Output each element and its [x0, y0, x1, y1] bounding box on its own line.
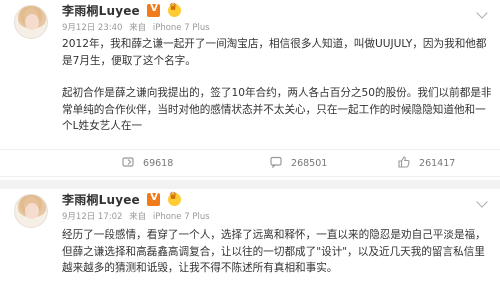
post-body: 2012年，我和薛之谦一起开了一间淘宝店，相信很多人知道，叫做UUJULY，因为… [62, 36, 492, 69]
post-body: 经历了一段感情，看穿了一个人，选择了远离和释怀，一直以来的隐忍是劝自己平淡是福，… [62, 227, 492, 277]
post-paragraph: 2012年，我和薛之谦一起开了一间淘宝店，相信很多人知道，叫做UUJULY，因为… [62, 38, 487, 67]
post-paragraph: 经历了一段感情，看穿了一个人，选择了远离和释怀，一直以来的隐忍是劝自己平淡是福，… [62, 229, 486, 274]
post-meta: 9月12日 23:40 来自 iPhone 7 Plus [62, 21, 214, 33]
vip-badge-icon [147, 192, 161, 206]
chevron-down-icon[interactable] [476, 196, 488, 208]
username[interactable]: 李雨桐Luyee [62, 2, 181, 19]
like-button[interactable]: 261417 [398, 156, 455, 172]
crown-badge-icon [167, 191, 181, 206]
post-source-prefix: 来自 [129, 212, 147, 222]
username-text[interactable]: 李雨桐Luyee [62, 4, 140, 18]
avatar-face [25, 203, 39, 219]
username-text[interactable]: 李雨桐Luyee [62, 193, 140, 207]
chevron-down-icon[interactable] [476, 7, 488, 19]
comment-button[interactable]: 268501 [270, 156, 327, 172]
post-body: 起初合作是薛之谦向我提出的，签了10年合约，两人各占百分之50的股份。我们以前都… [62, 85, 492, 135]
repost-count: 69618 [143, 158, 174, 169]
comment-count: 268501 [291, 158, 328, 169]
avatar-face [25, 14, 39, 30]
thumbs-up-icon [398, 156, 410, 168]
post-paragraph: 起初合作是薛之谦向我提出的，签了10年合约，两人各占百分之50的股份。我们以前都… [62, 87, 492, 132]
repost-button[interactable]: 69618 [122, 156, 173, 172]
post-actions: 69618 268501 261417 [0, 149, 500, 177]
post-meta: 9月12日 17:02 来自 iPhone 7 Plus [62, 210, 214, 222]
post-device: iPhone 7 Plus [152, 212, 210, 222]
avatar[interactable] [14, 194, 48, 228]
post-source-prefix: 来自 [129, 23, 147, 33]
username[interactable]: 李雨桐Luyee [62, 191, 181, 208]
crown-badge-icon [167, 2, 181, 17]
weibo-feed: 李雨桐Luyee 9月12日 23:40 来自 iPhone 7 Plus 20… [0, 0, 500, 293]
comment-icon [270, 156, 282, 168]
post-divider [0, 180, 500, 189]
post-time: 9月12日 23:40 [62, 23, 123, 33]
avatar[interactable] [14, 5, 48, 39]
post-time: 9月12日 17:02 [62, 212, 123, 222]
post-device: iPhone 7 Plus [152, 23, 210, 33]
vip-badge-icon [147, 3, 161, 17]
repost-icon [122, 157, 134, 167]
like-count: 261417 [419, 158, 456, 169]
